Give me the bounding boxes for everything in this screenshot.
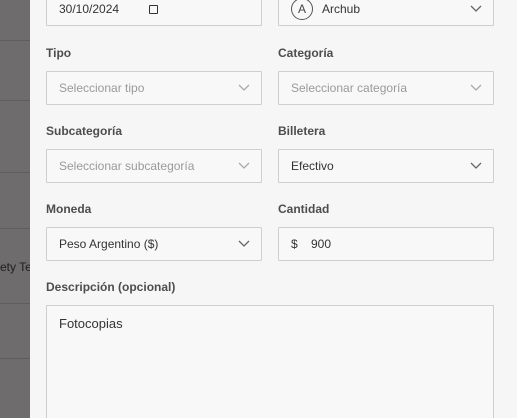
categoria-placeholder: Seleccionar categoría <box>291 81 408 95</box>
moneda-value: Peso Argentino ($) <box>59 237 159 251</box>
descripcion-textarea[interactable]: Fotocopias <box>46 305 494 418</box>
tipo-placeholder: Seleccionar tipo <box>59 81 145 95</box>
moneda-label: Moneda <box>46 202 92 216</box>
background-divider <box>0 40 30 41</box>
chevron-down-icon <box>459 150 493 182</box>
date-value: 30/10/2024 <box>59 2 120 16</box>
subcategoria-label: Subcategoría <box>46 124 123 138</box>
background-divider <box>0 358 30 359</box>
descripcion-value: Fotocopias <box>59 316 123 331</box>
chevron-down-icon <box>227 228 261 260</box>
calendar-icon[interactable] <box>149 4 159 14</box>
cantidad-label: Cantidad <box>278 202 330 216</box>
chevron-down-icon <box>459 0 493 25</box>
billetera-label: Billetera <box>278 124 326 138</box>
subcategoria-placeholder: Seleccionar subcategoría <box>59 159 195 173</box>
date-field[interactable]: 30/10/2024 <box>46 0 262 26</box>
chevron-down-icon <box>459 72 493 104</box>
background-divider <box>0 228 30 229</box>
background-table-text: ety Tes <box>0 260 30 274</box>
background-divider <box>0 100 30 101</box>
descripcion-label: Descripción (opcional) <box>46 280 176 294</box>
tipo-select[interactable]: Seleccionar tipo <box>46 71 262 105</box>
categoria-label: Categoría <box>278 46 334 60</box>
background-divider <box>0 303 30 304</box>
background-divider <box>0 172 30 173</box>
tipo-label: Tipo <box>46 46 72 60</box>
moneda-select[interactable]: Peso Argentino ($) <box>46 227 262 261</box>
cantidad-input[interactable]: $ 900 <box>278 227 494 261</box>
chevron-down-icon <box>227 150 261 182</box>
billetera-select[interactable]: Efectivo <box>278 149 494 183</box>
movement-form-panel: 30/10/2024 A Archub Tipo Seleccionar tip… <box>30 0 517 418</box>
subcategoria-select[interactable]: Seleccionar subcategoría <box>46 149 262 183</box>
billetera-value: Efectivo <box>291 159 334 173</box>
creator-value: Archub <box>322 2 361 16</box>
currency-symbol: $ <box>291 237 298 251</box>
chevron-down-icon <box>227 72 261 104</box>
cantidad-value: 900 <box>311 237 332 251</box>
categoria-select[interactable]: Seleccionar categoría <box>278 71 494 105</box>
creator-select[interactable]: A Archub <box>278 0 494 26</box>
avatar: A <box>291 0 313 20</box>
